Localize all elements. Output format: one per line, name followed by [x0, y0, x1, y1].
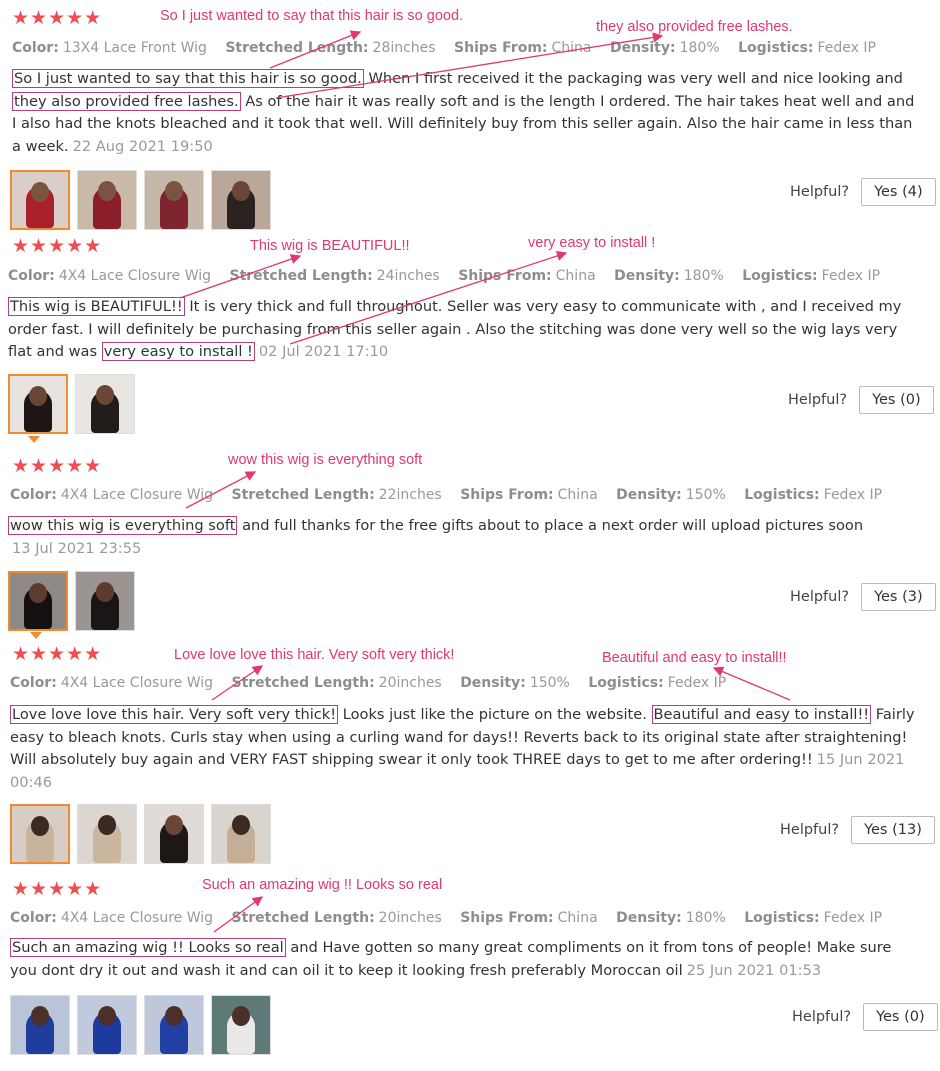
review-photo[interactable] — [8, 374, 68, 434]
highlight-box: So I just wanted to say that this hair i… — [12, 69, 364, 88]
highlight-box: very easy to install ! — [101, 342, 255, 361]
review-date: 02 Jul 2021 17:10 — [258, 343, 389, 360]
review-photo[interactable] — [77, 170, 137, 230]
review-photos — [10, 170, 271, 230]
review-photo[interactable] — [144, 804, 204, 864]
highlight-box: wow this wig is everything soft — [8, 516, 238, 535]
review-meta: Color: 4X4 Lace Closure Wig Stretched Len… — [10, 487, 883, 503]
annotation-label: This wig is BEAUTIFUL!! — [250, 238, 410, 254]
helpful-yes-button[interactable]: Yes (13) — [851, 816, 935, 844]
review-photo[interactable] — [144, 170, 204, 230]
helpful-yes-button[interactable]: Yes (0) — [859, 386, 934, 414]
helpful-label: Helpful? — [792, 1009, 852, 1025]
review-meta: Color: 4X4 Lace Closure Wig Stretched Len… — [10, 675, 727, 691]
highlight-box: Such an amazing wig !! Looks so real — [10, 938, 286, 957]
review-photos — [8, 571, 135, 631]
review-date: 13 Jul 2021 23:55 — [12, 539, 142, 557]
annotation-label: So I just wanted to say that this hair i… — [160, 8, 464, 24]
review-photo[interactable] — [211, 170, 271, 230]
helpful-yes-button[interactable]: Yes (3) — [861, 583, 936, 611]
review-text: Love love love this hair. Very soft very… — [10, 705, 915, 791]
annotation-label: wow this wig is everything soft — [228, 452, 423, 468]
helpful-label: Helpful? — [788, 392, 848, 408]
annotation-label: Love love love this hair. Very soft very… — [174, 647, 455, 663]
helpful-label: Helpful? — [790, 589, 850, 605]
review-meta: Color: 4X4 Lace Closure Wig Stretched Len… — [8, 268, 881, 284]
review-photo[interactable] — [10, 995, 70, 1055]
review-text: So I just wanted to say that this hair i… — [12, 69, 915, 155]
review-photos — [10, 804, 271, 864]
review-date: 25 Jun 2021 01:53 — [686, 961, 822, 979]
review-photo[interactable] — [75, 571, 135, 631]
star-rating: ★★★★★ — [12, 455, 103, 477]
review-photo[interactable] — [75, 374, 135, 434]
annotation-label: Beautiful and easy to install!! — [602, 650, 787, 666]
selected-photo-caret — [28, 436, 40, 443]
annotation-label: very easy to install ! — [528, 235, 656, 251]
review-photo[interactable] — [10, 170, 70, 230]
review-meta: Color: 4X4 Lace Closure Wig Stretched Len… — [10, 910, 883, 926]
review-photos — [10, 995, 271, 1055]
review-text: This wig is BEAUTIFUL!! It is very thick… — [8, 297, 902, 361]
review-meta: Color: 13X4 Lace Front Wig Stretched Leng… — [12, 40, 876, 56]
selected-photo-caret — [30, 632, 42, 639]
review-date: 22 Aug 2021 19:50 — [72, 137, 213, 155]
review-photos — [8, 374, 135, 434]
star-rating: ★★★★★ — [12, 7, 103, 29]
review-photo[interactable] — [8, 571, 68, 631]
highlight-box: Love love love this hair. Very soft very… — [10, 705, 339, 724]
star-rating: ★★★★★ — [12, 878, 103, 900]
helpful-group: Helpful? Yes (0) — [788, 386, 934, 414]
annotation-label: they also provided free lashes. — [596, 19, 793, 35]
review-text: wow this wig is everything soft and full… — [8, 516, 864, 557]
star-rating: ★★★★★ — [12, 235, 103, 257]
review-photo[interactable] — [77, 804, 137, 864]
helpful-yes-button[interactable]: Yes (0) — [863, 1003, 938, 1031]
review-photo[interactable] — [77, 995, 137, 1055]
helpful-label: Helpful? — [780, 822, 840, 838]
helpful-label: Helpful? — [790, 184, 850, 200]
highlight-box: Beautiful and easy to install!! — [651, 705, 872, 724]
highlight-box: they also provided free lashes. — [12, 91, 241, 111]
helpful-group: Helpful? Yes (4) — [790, 178, 936, 206]
review-photo[interactable] — [211, 995, 271, 1055]
highlight-box: This wig is BEAUTIFUL!! — [8, 297, 185, 316]
helpful-yes-button[interactable]: Yes (4) — [861, 178, 936, 206]
review-text: Such an amazing wig !! Looks so real and… — [10, 938, 892, 979]
helpful-group: Helpful? Yes (0) — [792, 1003, 938, 1031]
helpful-group: Helpful? Yes (13) — [780, 816, 935, 844]
star-rating: ★★★★★ — [12, 643, 103, 665]
review-photo[interactable] — [10, 804, 70, 864]
annotation-label: Such an amazing wig !! Looks so real — [202, 877, 443, 893]
helpful-group: Helpful? Yes (3) — [790, 583, 936, 611]
review-photo[interactable] — [211, 804, 271, 864]
review-photo[interactable] — [144, 995, 204, 1055]
